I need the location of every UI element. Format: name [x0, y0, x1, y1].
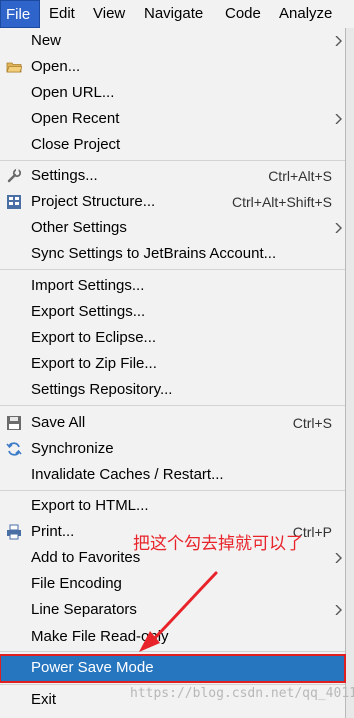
menu-navigate[interactable]: Navigate [139, 0, 208, 28]
menu-item-label: Make File Read-only [31, 628, 169, 645]
shortcut-label: Ctrl+S [292, 415, 332, 431]
menu-item-label: Open URL... [31, 84, 115, 101]
menu-item-label: Import Settings... [31, 277, 145, 294]
chevron-right-icon [335, 553, 342, 563]
ide-window: File Edit View Navigate Code Analyze New… [0, 0, 354, 718]
menu-edit[interactable]: Edit [44, 0, 80, 28]
menu-item-label: Open... [31, 58, 81, 75]
menu-separator [0, 269, 345, 270]
menu-item-new[interactable]: New [0, 28, 345, 54]
chevron-right-icon [335, 605, 342, 615]
menu-item-label: Power Save Mode [31, 659, 154, 676]
menu-item-other-settings[interactable]: Other Settings [0, 215, 345, 241]
menu-item-file-encoding[interactable]: File Encoding [0, 571, 345, 597]
menu-item-label: Synchronize [31, 440, 114, 457]
menu-item-open-url[interactable]: Open URL... [0, 80, 345, 106]
menu-item-label: Sync Settings to JetBrains Account... [31, 245, 277, 262]
menu-item-label: Export to Zip File... [31, 355, 157, 372]
menu-item-export-zip[interactable]: Export to Zip File... [0, 351, 345, 377]
menu-separator [0, 651, 345, 652]
annotation-text: 把这个勾去掉就可以了 [133, 534, 303, 554]
chevron-right-icon [335, 114, 342, 124]
menu-item-label: Add to Favorites [31, 549, 141, 566]
menu-item-label: New [31, 32, 62, 49]
chevron-right-icon [335, 223, 342, 233]
menu-code[interactable]: Code [220, 0, 266, 28]
menu-item-label: Close Project [31, 136, 121, 153]
menu-item-label: Export to Eclipse... [31, 329, 157, 346]
menu-item-label: Settings... [31, 167, 98, 184]
menu-item-line-separators[interactable]: Line Separators [0, 597, 345, 623]
print-icon [7, 524, 21, 540]
watermark: https://blog.csdn.net/qq_40110871 [130, 686, 354, 701]
menu-item-sync-settings[interactable]: Sync Settings to JetBrains Account... [0, 241, 345, 267]
menu-item-settings[interactable]: Settings... Ctrl+Alt+S [0, 163, 345, 189]
menu-item-label: Invalidate Caches / Restart... [31, 466, 224, 483]
menu-item-power-save-mode[interactable]: Power Save Mode [0, 654, 346, 683]
menu-separator [0, 684, 345, 685]
menu-analyze[interactable]: Analyze [274, 0, 337, 28]
menu-item-invalidate-caches[interactable]: Invalidate Caches / Restart... [0, 462, 345, 488]
menu-item-label: Project Structure... [31, 193, 156, 210]
menu-item-label: File Encoding [31, 575, 122, 592]
menu-item-label: Other Settings [31, 219, 127, 236]
menu-item-label: Save All [31, 414, 86, 431]
menu-item-label: Open Recent [31, 110, 120, 127]
menu-item-label: Line Separators [31, 601, 137, 618]
wrench-icon [7, 168, 22, 183]
shortcut-label: Ctrl+Alt+S [268, 168, 332, 184]
menu-view[interactable]: View [88, 0, 130, 28]
menu-item-make-read-only[interactable]: Make File Read-only [0, 624, 345, 650]
editor-background [346, 28, 354, 718]
menu-item-save-all[interactable]: Save All Ctrl+S [0, 410, 345, 436]
menu-item-export-html[interactable]: Export to HTML... [0, 493, 345, 519]
menu-separator [0, 490, 345, 491]
menu-item-label: Print... [31, 523, 75, 540]
menu-item-project-structure[interactable]: Project Structure... Ctrl+Alt+Shift+S [0, 189, 345, 215]
shortcut-label: Ctrl+Alt+Shift+S [232, 194, 332, 210]
folder-icon [6, 62, 22, 73]
file-menu-dropdown: New Open... Open URL... Open Recent Clos… [0, 28, 346, 718]
menu-separator [0, 405, 345, 406]
menu-item-settings-repository[interactable]: Settings Repository... [0, 377, 345, 403]
menu-item-import-settings[interactable]: Import Settings... [0, 273, 345, 299]
menu-item-synchronize[interactable]: Synchronize [0, 436, 345, 462]
chevron-right-icon [335, 36, 342, 46]
menu-item-close-project[interactable]: Close Project [0, 132, 345, 158]
menu-file[interactable]: File [0, 0, 40, 28]
menu-item-label: Export Settings... [31, 303, 146, 320]
project-structure-icon [7, 195, 21, 209]
menu-item-label: Settings Repository... [31, 381, 173, 398]
menu-item-label: Exit [31, 691, 57, 708]
menu-item-export-settings[interactable]: Export Settings... [0, 299, 345, 325]
menu-item-label: Export to HTML... [31, 497, 149, 514]
menu-item-export-eclipse[interactable]: Export to Eclipse... [0, 325, 345, 351]
menu-item-open-recent[interactable]: Open Recent [0, 106, 345, 132]
menu-item-open[interactable]: Open... [0, 54, 345, 80]
sync-icon [6, 442, 22, 456]
save-icon [7, 416, 21, 430]
menu-separator [0, 160, 345, 161]
menu-bar: File Edit View Navigate Code Analyze [0, 0, 354, 29]
